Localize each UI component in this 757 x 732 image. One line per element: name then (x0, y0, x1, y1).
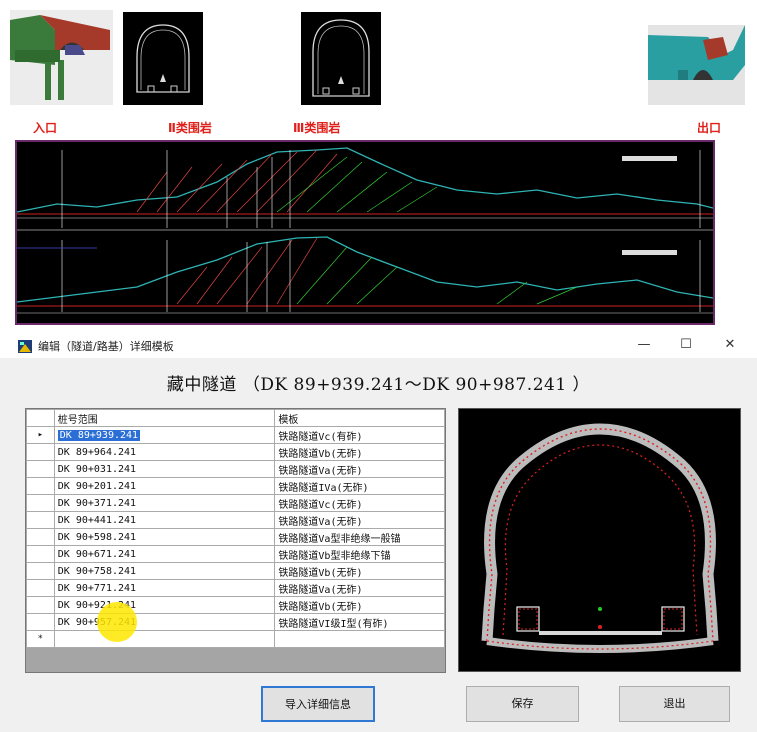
template-cell[interactable]: 铁路隧道Vc(有砟) (274, 426, 445, 444)
table-row[interactable]: DK 89+964.241 铁路隧道Vb(无砟) (26, 443, 445, 461)
close-button[interactable]: ✕ (716, 335, 744, 355)
table-row[interactable]: DK 90+771.241 铁路隧道Va(无砟) (26, 579, 445, 597)
row-header[interactable]: ▸ (26, 426, 55, 444)
template-cell[interactable]: 铁路隧道VI级I型(有砟) (274, 613, 445, 631)
class3-section-thumbnail (301, 12, 381, 105)
table-row[interactable]: ▸ DK 89+939.241 铁路隧道Vc(有砟) (26, 426, 445, 444)
template-data-grid[interactable]: 桩号范围 模板 ▸ DK 89+939.241 铁路隧道Vc(有砟) DK 89+96… (25, 408, 446, 673)
station-cell[interactable]: DK 90+441.241 (53, 511, 276, 529)
row-header[interactable] (26, 494, 55, 512)
station-cell[interactable]: DK 90+031.241 (53, 460, 276, 478)
table-row[interactable]: DK 90+441.241 铁路隧道Va(无砟) (26, 511, 445, 529)
station-cell[interactable]: DK 90+758.241 (53, 562, 276, 580)
new-row-marker: * (26, 630, 55, 648)
row-header-corner (26, 409, 55, 427)
import-details-button[interactable]: 导入详细信息 (261, 686, 375, 722)
table-row[interactable]: DK 90+598.241 铁路隧道Va型非绝缘一般锚 (26, 528, 445, 546)
station-cell[interactable]: DK 90+598.241 (53, 528, 276, 546)
template-cell[interactable]: 铁路隧道Va型非绝缘一般锚 (274, 528, 445, 546)
station-cell[interactable]: DK 90+671.241 (53, 545, 276, 563)
class2-section-thumbnail (123, 12, 203, 105)
table-row[interactable]: DK 90+921.241 铁路隧道Vb(无砟) (26, 596, 445, 614)
template-cell[interactable]: 铁路隧道Va(无砟) (274, 511, 445, 529)
station-cell[interactable]: DK 90+957.241 (53, 613, 276, 631)
station-cell[interactable]: DK 90+921.241 (53, 596, 276, 614)
dialog-titlebar[interactable]: 编辑（隧道/路基）详细模板 — ☐ ✕ (0, 332, 757, 358)
row-header[interactable] (26, 596, 55, 614)
template-cell[interactable]: 铁路隧道Vb(无砟) (274, 596, 445, 614)
station-cell[interactable]: DK 90+771.241 (53, 579, 276, 597)
new-row[interactable]: * (26, 630, 445, 648)
template-cell[interactable]: 铁路隧道Va(无砟) (274, 460, 445, 478)
class2-label: Ⅱ类围岩 (168, 121, 212, 135)
row-header[interactable] (26, 579, 55, 597)
station-cell[interactable]: DK 89+964.241 (53, 443, 276, 461)
station-cell-text: DK 89+939.241 (57, 429, 141, 441)
dialog-title: 编辑（隧道/路基）详细模板 (38, 340, 174, 353)
row-header[interactable] (26, 528, 55, 546)
longitudinal-profile-image (15, 140, 715, 325)
template-cell[interactable]: 铁路隧道Vb(无砟) (274, 443, 445, 461)
template-cell[interactable]: 铁路隧道Vb(无砟) (274, 562, 445, 580)
row-header[interactable] (26, 545, 55, 563)
exit-button[interactable]: 退出 (619, 686, 730, 722)
table-row[interactable]: DK 90+031.241 铁路隧道Va(无砟) (26, 460, 445, 478)
row-header[interactable] (26, 477, 55, 495)
template-cell[interactable]: 铁路隧道Vb型非绝缘下锚 (274, 545, 445, 563)
app-icon (18, 338, 32, 353)
station-cell[interactable]: DK 90+201.241 (53, 477, 276, 495)
class3-label: Ⅲ类围岩 (293, 121, 341, 135)
cursor-highlight (97, 602, 137, 642)
save-button[interactable]: 保存 (466, 686, 579, 722)
template-cell[interactable]: 铁路隧道Vc(无砟) (274, 494, 445, 512)
template-cell[interactable]: 铁路隧道Va(无砟) (274, 579, 445, 597)
row-header[interactable] (26, 443, 55, 461)
table-row[interactable]: DK 90+957.241铁路隧道VI级I型(有砟) (26, 613, 445, 631)
template-editor-dialog: 编辑（隧道/路基）详细模板 — ☐ ✕ 藏中隧道 （DK 89+939.241～… (0, 332, 757, 732)
tunnel-heading: 藏中隧道 （DK 89+939.241～DK 90+987.241 ） (166, 375, 591, 395)
table-row[interactable]: DK 90+758.241 铁路隧道Vb(无砟) (26, 562, 445, 580)
new-template-cell[interactable] (274, 630, 445, 648)
table-row[interactable]: DK 90+671.241 铁路隧道Vb型非绝缘下锚 (26, 545, 445, 563)
entrance-label: 入口 (33, 121, 58, 135)
column-header-station[interactable]: 桩号范围 (53, 409, 276, 427)
row-header[interactable] (26, 460, 55, 478)
exit-label: 出口 (697, 121, 722, 135)
template-table: 桩号范围 模板 ▸ DK 89+939.241 铁路隧道Vc(有砟) DK 89+96… (26, 409, 445, 648)
column-header-template[interactable]: 模板 (274, 409, 445, 427)
minimize-button[interactable]: — (630, 335, 658, 355)
station-cell[interactable]: DK 89+939.241 (53, 426, 276, 444)
section-preview-canvas (458, 408, 741, 672)
row-header[interactable] (26, 511, 55, 529)
exit-model-thumbnail (648, 25, 745, 105)
station-cell[interactable]: DK 90+371.241 (53, 494, 276, 512)
entrance-model-thumbnail (10, 10, 113, 105)
new-station-cell[interactable] (53, 630, 276, 648)
template-cell[interactable]: 铁路隧道IVa(无砟) (274, 477, 445, 495)
maximize-button[interactable]: ☐ (672, 335, 700, 355)
grid-body: ▸ DK 89+939.241 铁路隧道Vc(有砟) DK 89+964.241 铁路隧… (26, 426, 445, 648)
row-header[interactable] (26, 613, 55, 631)
screen: 入口 Ⅱ类围岩 Ⅲ类围岩 出口 编辑（隧道/路基）详细模板 — ☐ ✕ 藏中隧道… (0, 0, 757, 732)
table-row[interactable]: DK 90+201.241 铁路隧道IVa(无砟) (26, 477, 445, 495)
row-header[interactable] (26, 562, 55, 580)
table-row[interactable]: DK 90+371.241 铁路隧道Vc(无砟) (26, 494, 445, 512)
